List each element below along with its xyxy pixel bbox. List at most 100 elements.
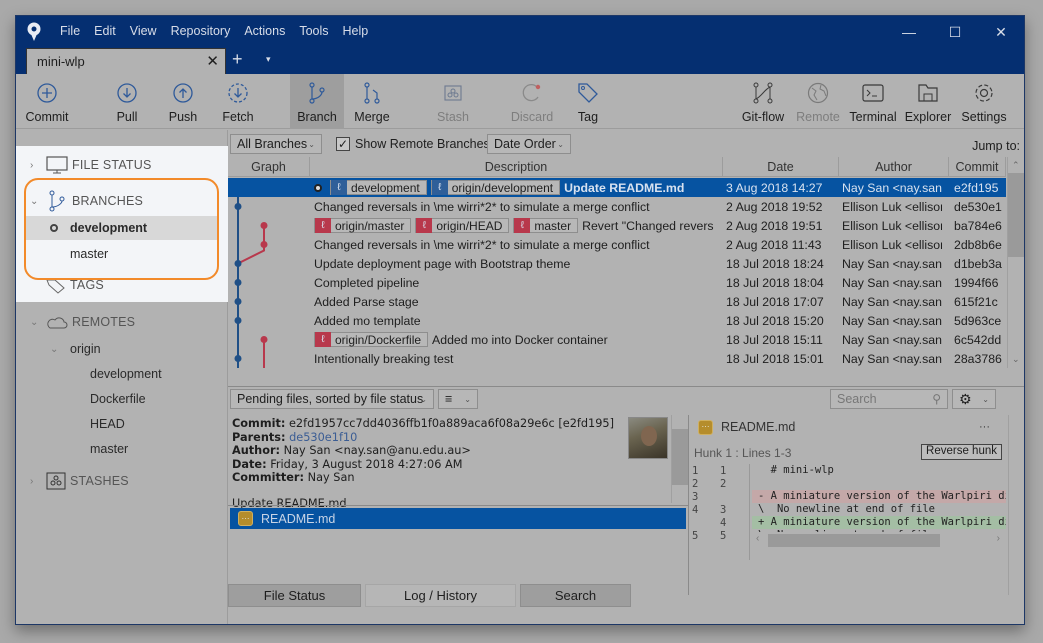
merge-button[interactable]: Merge xyxy=(352,74,392,129)
menu-repository[interactable]: Repository xyxy=(171,24,231,38)
settings-button[interactable]: Settings xyxy=(960,74,1008,129)
more-options-button[interactable]: ··· xyxy=(979,421,990,433)
col-author[interactable]: Author xyxy=(839,157,949,177)
commit-row[interactable]: Completed pipeline 18 Jul 2018 18:04 Nay S… xyxy=(228,273,1006,292)
col-description[interactable]: Description xyxy=(310,157,723,177)
tab-search[interactable]: Search xyxy=(520,584,631,607)
commit-row[interactable]: Intentionally breaking test 18 Jul 2018 1… xyxy=(228,349,1006,368)
branch-badge[interactable]: ℓ master xyxy=(513,218,579,233)
branch-badge[interactable]: ℓ origin/master xyxy=(314,218,412,233)
diff-line-text: + A miniature version of the Warlpiri di… xyxy=(752,516,1006,529)
diff-options-button[interactable]: ⚙ ⌄ xyxy=(952,389,996,409)
divider xyxy=(688,415,689,595)
sidebar-remote-origin[interactable]: ⌄ origin xyxy=(50,342,101,356)
tab-file-status[interactable]: File Status xyxy=(228,584,361,607)
col-commit[interactable]: Commit xyxy=(949,157,1006,177)
details-scrollbar[interactable] xyxy=(671,415,688,503)
diff-hscrollbar[interactable]: ‹ › xyxy=(752,532,1006,548)
order-dropdown[interactable]: Date Order ⌄ xyxy=(487,134,571,154)
gitflow-button[interactable]: Git-flow xyxy=(740,74,786,129)
branch-icon: ℓ xyxy=(514,218,531,233)
pending-files-dropdown[interactable]: Pending files, sorted by file status ⌄ xyxy=(230,389,434,409)
file-row[interactable]: ··· README.md xyxy=(230,508,686,529)
commit-row[interactable]: Added Parse stage 18 Jul 2018 17:07 Nay Sa… xyxy=(228,292,1006,311)
branch-badge[interactable]: ℓ origin/HEAD xyxy=(415,218,510,233)
globe-icon xyxy=(807,82,829,104)
tab-label: Search xyxy=(554,588,597,603)
order-value: Date Order xyxy=(494,137,556,151)
menu-edit[interactable]: Edit xyxy=(94,24,116,38)
reverse-hunk-button[interactable]: Reverse hunk xyxy=(921,444,1002,460)
parent-link[interactable]: de530e1f10 xyxy=(289,431,357,444)
commit-row[interactable]: Changed reversals in \me wirri*2* to sim… xyxy=(228,235,1006,254)
menu-actions[interactable]: Actions xyxy=(244,24,285,38)
branch-filter-dropdown[interactable]: All Branches ⌄ xyxy=(230,134,322,154)
branch-badge[interactable]: ℓ origin/Dockerfile xyxy=(314,332,429,347)
fetch-button[interactable]: Fetch xyxy=(220,74,256,129)
stash-icon xyxy=(442,82,464,104)
pull-button[interactable]: Pull xyxy=(112,74,142,129)
stash-button[interactable]: Stash xyxy=(436,74,470,129)
scroll-left-icon[interactable]: ‹ xyxy=(756,533,759,544)
new-tab-button[interactable]: + xyxy=(232,49,243,70)
commit-details: Commit: e2fd1957cc7dd4036ffb1f0a889aca6f… xyxy=(228,415,688,510)
commit-row[interactable]: Update deployment page with Bootstrap th… xyxy=(228,254,1006,273)
explorer-button[interactable]: Explorer xyxy=(904,74,952,129)
commit-button[interactable]: Commit xyxy=(24,74,70,129)
menu-view[interactable]: View xyxy=(130,24,157,38)
menu-file[interactable]: File xyxy=(60,24,80,38)
discard-button[interactable]: Discard xyxy=(510,74,554,129)
scroll-down-icon[interactable]: ⌄ xyxy=(1012,354,1020,365)
menu-help[interactable]: Help xyxy=(343,24,369,38)
commit-row[interactable]: ℓ development ℓ origin/development Update RE… xyxy=(228,178,1006,197)
hunk-label: Hunk 1 : Lines 1-3 xyxy=(694,446,792,460)
remote-branch-name: HEAD xyxy=(90,417,125,431)
sidebar-remote-branch[interactable]: master xyxy=(90,442,128,456)
show-remote-checkbox[interactable]: ✓ Show Remote Branches xyxy=(336,137,490,151)
maximize-button[interactable]: ☐ xyxy=(932,16,978,48)
sidebar-stashes[interactable]: › STASHES xyxy=(30,472,129,490)
commit-row[interactable]: ℓ origin/master ℓ origin/HEAD ℓ master Revert … xyxy=(228,216,1006,235)
tab-log-history[interactable]: Log / History xyxy=(365,584,516,607)
tag-button[interactable]: Tag xyxy=(576,74,600,129)
diff-line-text: \ No newline at end of file xyxy=(758,503,936,515)
col-graph[interactable]: Graph xyxy=(228,157,310,177)
branch-label: Branch xyxy=(297,110,337,124)
branch-badge[interactable]: ℓ origin/development xyxy=(430,180,561,195)
branch-button[interactable]: Branch xyxy=(290,74,344,129)
old-line-number: 5 xyxy=(692,529,699,542)
scroll-thumb[interactable] xyxy=(768,534,940,547)
commit-row[interactable]: ℓ origin/Dockerfile Added mo into Docker c… xyxy=(228,330,1006,349)
commit-row[interactable]: Added mo template 18 Jul 2018 15:20 Nay Sa… xyxy=(228,311,1006,330)
commit-row[interactable]: Changed reversals in \me wirri*2* to sim… xyxy=(228,197,1006,216)
commit-hash: 1994f66 xyxy=(954,275,999,290)
sidebar-remote-branch[interactable]: Dockerfile xyxy=(90,392,146,406)
search-input[interactable]: Search ⚲ xyxy=(830,389,948,409)
terminal-button[interactable]: Terminal xyxy=(848,74,898,129)
col-date[interactable]: Date xyxy=(723,157,839,177)
chevron-down-icon: ⌄ xyxy=(420,394,427,404)
minimize-button[interactable]: — xyxy=(886,16,932,48)
menu-tools[interactable]: Tools xyxy=(299,24,328,38)
sidebar-remote-branch[interactable]: development xyxy=(90,367,162,381)
sidebar-remotes[interactable]: ⌄ REMOTES xyxy=(30,314,135,330)
close-tab-icon[interactable]: ✕ xyxy=(206,52,219,70)
repo-tab[interactable]: mini-wlp ✕ xyxy=(26,48,226,74)
view-mode-dropdown[interactable]: ≡ ⌄ xyxy=(438,389,478,409)
commit-list-scrollbar[interactable]: ⌃ ⌄ xyxy=(1007,157,1024,368)
sidebar-remote-branch[interactable]: HEAD xyxy=(90,417,125,431)
diff-vscrollbar[interactable] xyxy=(1008,415,1024,595)
plus-circle-icon xyxy=(36,82,58,104)
author-label: Author: xyxy=(232,444,281,457)
sidebar-file-status[interactable]: › FILE STATUS xyxy=(30,156,152,174)
close-button[interactable]: ✕ xyxy=(978,16,1024,48)
scroll-thumb[interactable] xyxy=(672,429,688,485)
scroll-up-icon[interactable]: ⌃ xyxy=(1012,160,1020,171)
remote-button[interactable]: Remote xyxy=(796,74,840,129)
branch-badge-label: origin/Dockerfile xyxy=(335,332,422,347)
tab-menu-button[interactable]: ▾ xyxy=(266,54,271,65)
branch-badge[interactable]: ℓ development xyxy=(330,180,427,195)
scroll-thumb[interactable] xyxy=(1008,173,1024,257)
scroll-right-icon[interactable]: › xyxy=(997,533,1000,544)
push-button[interactable]: Push xyxy=(166,74,200,129)
